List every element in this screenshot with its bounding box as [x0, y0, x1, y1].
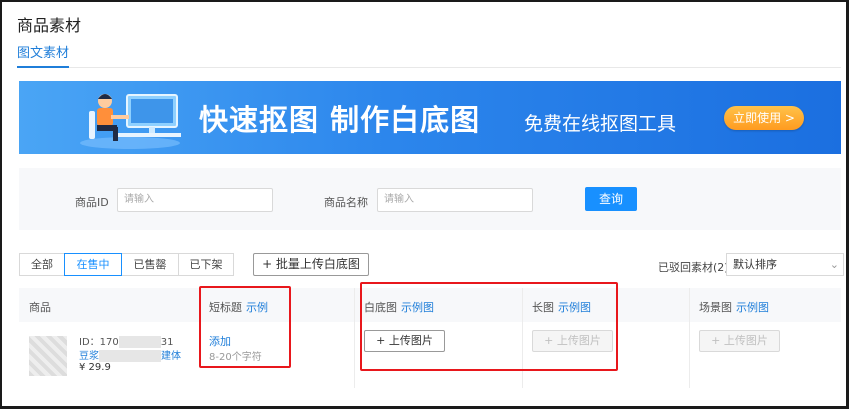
header-product: 商品: [29, 301, 51, 314]
product-name-prefix: 豆浆: [79, 351, 99, 362]
chevron-down-icon: ⌄: [829, 258, 839, 271]
search-button[interactable]: 查询: [585, 187, 637, 211]
product-name-suffix: 建体: [161, 351, 181, 362]
filter-panel: 商品ID 请输入 商品名称 请输入 查询: [19, 168, 841, 230]
product-name-label: 商品名称: [324, 196, 368, 209]
product-id-input[interactable]: 请输入: [117, 188, 273, 212]
banner-use-now-button[interactable]: 立即使用 >: [724, 106, 804, 130]
batch-upload-white-bg-button[interactable]: + 批量上传白底图: [253, 253, 369, 276]
banner-headline: 快速抠图 制作白底图: [199, 103, 481, 137]
tab-image-text-material[interactable]: 图文素材: [17, 42, 70, 68]
banner-subtext: 免费在线抠图工具: [524, 113, 677, 135]
app-window: 商品素材 图文素材 快速抠图 制作白底图 免费在线抠图工具 立即使用 > 商品I…: [0, 0, 849, 409]
product-id-label: 商品ID: [75, 196, 109, 209]
page-title: 商品素材: [17, 16, 82, 35]
highlight-box-images: [360, 282, 618, 371]
sort-select-value: 默认排序: [733, 258, 777, 271]
status-tab-sold-out[interactable]: 已售罄: [121, 253, 179, 276]
highlight-box-short-title: [199, 286, 291, 368]
status-tab-off-shelf[interactable]: 已下架: [178, 253, 234, 276]
redacted-block: [99, 350, 161, 362]
sort-select[interactable]: 默认排序 ⌄: [726, 253, 844, 276]
product-name-input[interactable]: 请输入: [377, 188, 533, 212]
promo-banner[interactable]: 快速抠图 制作白底图 免费在线抠图工具 立即使用 >: [19, 81, 841, 154]
status-tab-on-sale[interactable]: 在售中: [64, 253, 122, 276]
status-tab-all[interactable]: 全部: [19, 253, 65, 276]
person-at-computer-illustration: [80, 94, 181, 149]
product-id: ID：170 31: [79, 333, 173, 348]
header-scene-image-label: 场景图: [699, 301, 732, 314]
product-thumbnail[interactable]: [29, 336, 67, 376]
product-name-link[interactable]: 豆浆 建体: [79, 347, 181, 362]
upload-scene-image-button[interactable]: + 上传图片: [699, 330, 780, 352]
header-scene-image: 场景图 示例图: [699, 299, 769, 315]
tab-bar: 图文素材: [17, 42, 841, 68]
rejected-material-link[interactable]: 已驳回素材(2): [658, 259, 729, 275]
product-price: ¥ 29.9: [79, 362, 111, 373]
scene-image-example-link[interactable]: 示例图: [736, 301, 769, 314]
